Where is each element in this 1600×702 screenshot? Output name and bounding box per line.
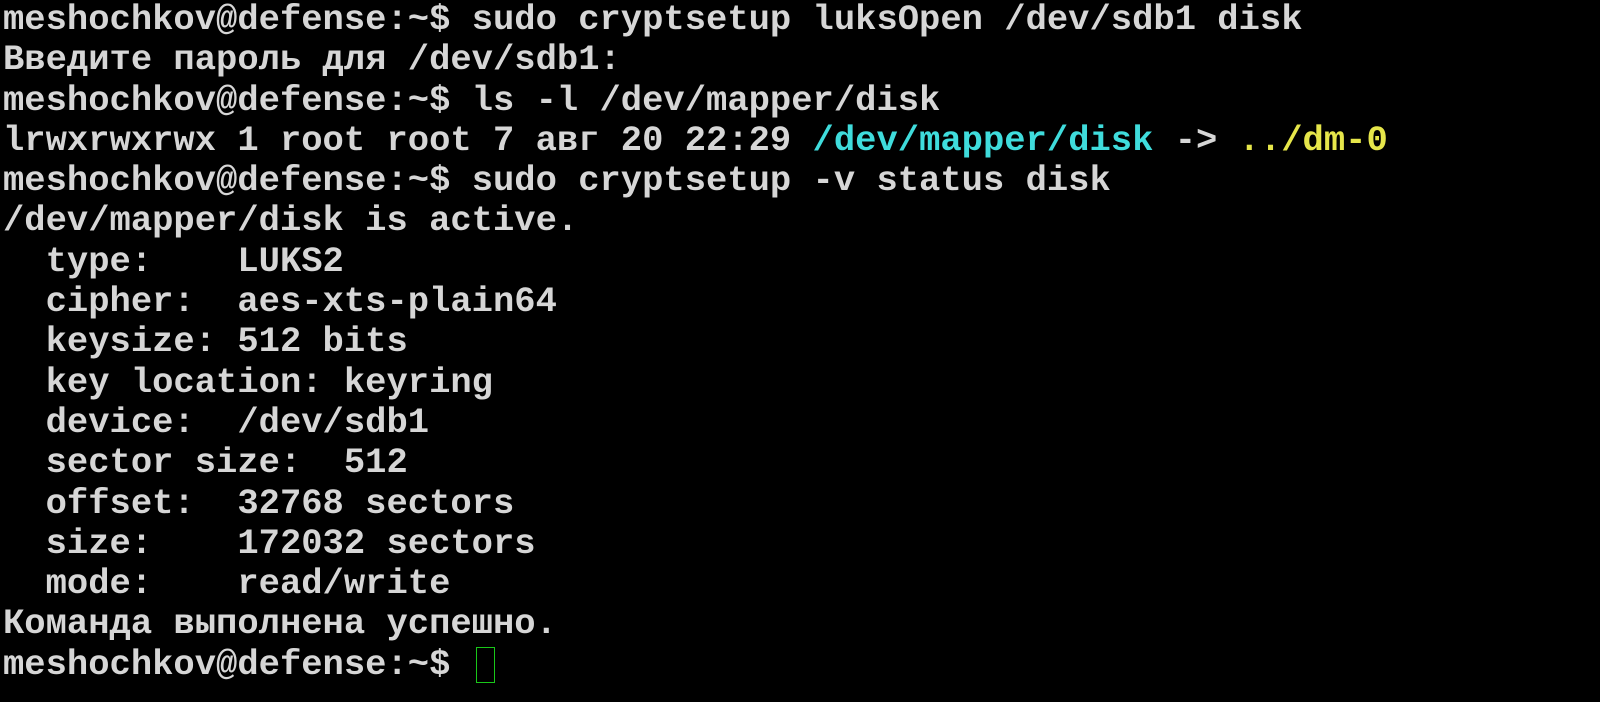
symlink-arrow: ->	[1153, 119, 1239, 161]
command-text: ls -l /dev/mapper/disk	[471, 79, 941, 121]
terminal-line-mode: mode: read/write	[3, 564, 1600, 604]
status-field-device: device: /dev/sdb1	[3, 401, 430, 443]
terminal-line-success: Команда выполнена успешно.	[3, 604, 1600, 644]
terminal-line-device: device: /dev/sdb1	[3, 401, 1600, 443]
ls-listing-prefix: lrwxrwxrwx 1 root root 7 авг 20 22:29	[3, 119, 813, 161]
text-cursor[interactable]	[475, 646, 495, 683]
terminal-line-current-prompt[interactable]: meshochkov@defense:~$	[3, 643, 1600, 685]
terminal-line-cmd-status: meshochkov@defense:~$ sudo cryptsetup -v…	[3, 161, 1600, 201]
output-text: Введите пароль для /dev/sdb1:	[3, 39, 621, 81]
status-field-size: size: 172032 sectors	[3, 522, 536, 564]
terminal-line-cmd-ls: meshochkov@defense:~$ ls -l /dev/mapper/…	[3, 79, 1600, 121]
output-text: Команда выполнена успешно.	[3, 603, 557, 645]
terminal-line-offset: offset: 32768 sectors	[3, 482, 1600, 524]
output-text: /dev/mapper/disk is active.	[3, 200, 579, 242]
terminal-line-sector-size: sector size: 512	[3, 443, 1600, 483]
terminal-line-type: type: LUKS2	[3, 240, 1600, 282]
terminal-line-cipher: cipher: aes-xts-plain64	[3, 281, 1600, 323]
terminal-line-key-location: key location: keyring	[3, 361, 1600, 403]
shell-prompt: meshochkov@defense:~$	[3, 79, 472, 121]
terminal-line-size: size: 172032 sectors	[3, 522, 1600, 564]
status-field-offset: offset: 32768 sectors	[3, 482, 515, 524]
terminal-line-keysize: keysize: 512 bits	[3, 322, 1600, 362]
terminal-line-cmd-luksopen: meshochkov@defense:~$ sudo cryptsetup lu…	[3, 0, 1600, 40]
terminal-line-password-prompt: Введите пароль для /dev/sdb1:	[3, 40, 1600, 80]
status-field-type: type: LUKS2	[3, 240, 344, 282]
status-field-key-location: key location: keyring	[3, 361, 493, 403]
terminal-window[interactable]: meshochkov@defense:~$ sudo cryptsetup lu…	[0, 0, 1600, 702]
terminal-line-status-active: /dev/mapper/disk is active.	[3, 201, 1600, 241]
status-field-mode: mode: read/write	[3, 563, 451, 605]
command-text: sudo cryptsetup luksOpen /dev/sdb1 disk	[471, 0, 1303, 40]
status-field-keysize: keysize: 512 bits	[3, 321, 408, 363]
symlink-path: /dev/mapper/disk	[812, 119, 1154, 161]
shell-prompt: meshochkov@defense:~$	[3, 0, 472, 40]
symlink-target: ../dm-0	[1238, 119, 1388, 161]
terminal-line-ls-output: lrwxrwxrwx 1 root root 7 авг 20 22:29 /d…	[3, 119, 1600, 161]
status-field-cipher: cipher: aes-xts-plain64	[3, 281, 557, 323]
shell-prompt: meshochkov@defense:~$	[3, 643, 472, 685]
status-field-sector-size: sector size: 512	[3, 442, 408, 484]
shell-prompt: meshochkov@defense:~$	[3, 160, 472, 202]
command-text: sudo cryptsetup -v status disk	[471, 160, 1111, 202]
